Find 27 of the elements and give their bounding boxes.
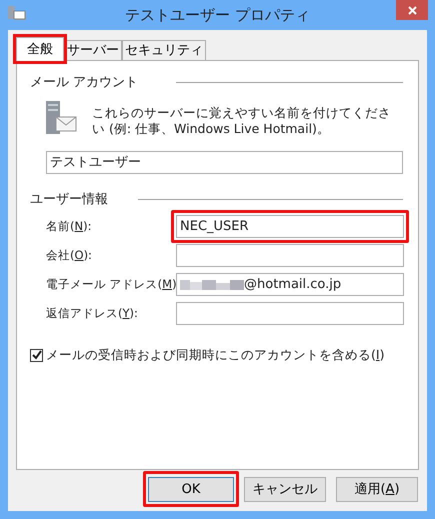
close-icon [408,6,416,14]
mail-server-icon [46,100,78,134]
text-field[interactable] [176,302,404,325]
description-text: これらのサーバーに覚えやすい名前を付けてください (例: 仕事、Windows Live Hotmail)。 [92,104,392,136]
text-field[interactable] [176,244,404,267]
field-value: @hotmail.co.jp [244,276,342,294]
field-label: 名前(N): [46,218,92,235]
tab[interactable]: セキュリティ [122,40,206,60]
dialog-button[interactable]: キャンセル [244,477,326,502]
section-heading: メール アカウント [30,74,138,92]
dialog-button[interactable]: OK [148,477,234,502]
checkbox[interactable] [30,348,43,362]
account-name-field[interactable]: テストユーザー [46,150,403,174]
window-title: テストユーザー プロパティ [124,4,311,26]
field-label: 返信アドレス(Y): [46,304,139,322]
section-heading: ユーザー情報 [30,190,108,208]
text-field[interactable]: @hotmail.co.jp [176,273,404,296]
tab[interactable]: サーバー [64,40,122,60]
redaction-blur [180,280,244,290]
field-label: 会社(O): [46,246,93,264]
dialog-button[interactable]: 適用(A) [336,477,418,502]
close-button[interactable] [396,0,428,20]
mail-server-icon [8,6,26,20]
text-field[interactable]: NEC_USER [176,215,404,238]
tab[interactable]: 全般 [16,37,64,61]
field-value: NEC_USER [180,218,249,236]
checkbox-label: メールの受信時および同期時にこのアカウントを含める(I) [46,346,384,364]
